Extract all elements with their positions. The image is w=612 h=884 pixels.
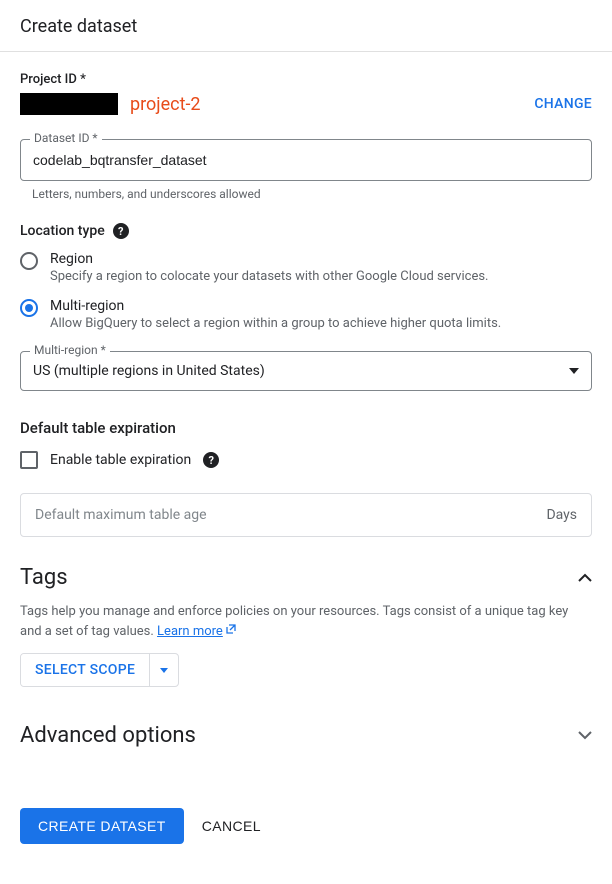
enable-expiration-checkbox[interactable]	[20, 451, 38, 469]
dropdown-arrow-icon	[569, 368, 579, 374]
location-type-radio-group: Region Specify a region to colocate your…	[20, 251, 592, 331]
enable-expiration-label: Enable table expiration	[50, 452, 191, 468]
enable-expiration-row: Enable table expiration ?	[20, 451, 592, 469]
multi-region-value: US (multiple regions in United States)	[33, 363, 265, 379]
select-scope-button[interactable]: SELECT SCOPE	[21, 654, 149, 686]
change-project-link[interactable]: CHANGE	[534, 96, 592, 112]
advanced-section: Advanced options	[20, 723, 592, 748]
dataset-id-input[interactable]	[20, 139, 592, 181]
select-scope-split-button: SELECT SCOPE	[20, 653, 179, 687]
radio-region-desc: Specify a region to colocate your datase…	[50, 269, 592, 284]
project-row: project-2 CHANGE	[20, 93, 592, 115]
external-link-icon	[225, 622, 237, 642]
max-table-age-unit: Days	[546, 507, 577, 523]
advanced-header[interactable]: Advanced options	[20, 723, 592, 748]
multi-region-select[interactable]: US (multiple regions in United States)	[20, 351, 592, 391]
radio-region-button[interactable]	[20, 252, 38, 270]
radio-multi-region-button[interactable]	[20, 299, 38, 317]
dataset-id-float-label: Dataset ID *	[30, 131, 102, 145]
radio-multi-region[interactable]: Multi-region Allow BigQuery to select a …	[20, 298, 592, 331]
radio-region-label: Region	[50, 251, 592, 267]
project-id-redacted	[20, 93, 118, 115]
location-type-text: Location type	[20, 223, 105, 239]
chevron-down-icon	[578, 729, 592, 743]
project-id-label: Project ID *	[20, 72, 592, 87]
tags-title: Tags	[20, 565, 68, 590]
project-annotation: project-2	[130, 94, 201, 115]
radio-multi-region-label: Multi-region	[50, 298, 592, 314]
advanced-title: Advanced options	[20, 723, 196, 748]
learn-more-link[interactable]: Learn more	[157, 624, 237, 639]
help-icon[interactable]: ?	[203, 452, 219, 468]
multi-region-select-wrap: Multi-region * US (multiple regions in U…	[20, 351, 592, 391]
max-table-age-placeholder: Default maximum table age	[35, 507, 207, 523]
radio-region-text: Region Specify a region to colocate your…	[50, 251, 592, 284]
cancel-button[interactable]: CANCEL	[202, 818, 261, 834]
radio-multi-region-desc: Allow BigQuery to select a region within…	[50, 316, 592, 331]
project-left: project-2	[20, 93, 201, 115]
dataset-id-field: Dataset ID *	[20, 139, 592, 181]
create-dataset-button[interactable]: CREATE DATASET	[20, 808, 184, 844]
dataset-id-helper: Letters, numbers, and underscores allowe…	[32, 187, 592, 201]
tags-header[interactable]: Tags	[20, 565, 592, 590]
dialog-footer: CREATE DATASET CANCEL	[20, 808, 592, 864]
help-icon[interactable]: ?	[113, 223, 129, 239]
dialog-title: Create dataset	[20, 16, 592, 37]
radio-region[interactable]: Region Specify a region to colocate your…	[20, 251, 592, 284]
dialog-content: Project ID * project-2 CHANGE Dataset ID…	[0, 52, 612, 884]
dialog-header: Create dataset	[0, 0, 612, 52]
chevron-up-icon	[578, 571, 592, 585]
select-scope-dropdown[interactable]	[149, 654, 178, 686]
radio-multi-region-text: Multi-region Allow BigQuery to select a …	[50, 298, 592, 331]
dropdown-arrow-icon	[160, 668, 168, 673]
tags-desc-text: Tags help you manage and enforce policie…	[20, 604, 568, 639]
tags-description: Tags help you manage and enforce policie…	[20, 602, 592, 641]
multi-region-float-label: Multi-region *	[30, 343, 110, 357]
location-type-label: Location type ?	[20, 223, 592, 239]
max-table-age-field[interactable]: Default maximum table age Days	[20, 493, 592, 537]
expiration-title: Default table expiration	[20, 419, 592, 437]
